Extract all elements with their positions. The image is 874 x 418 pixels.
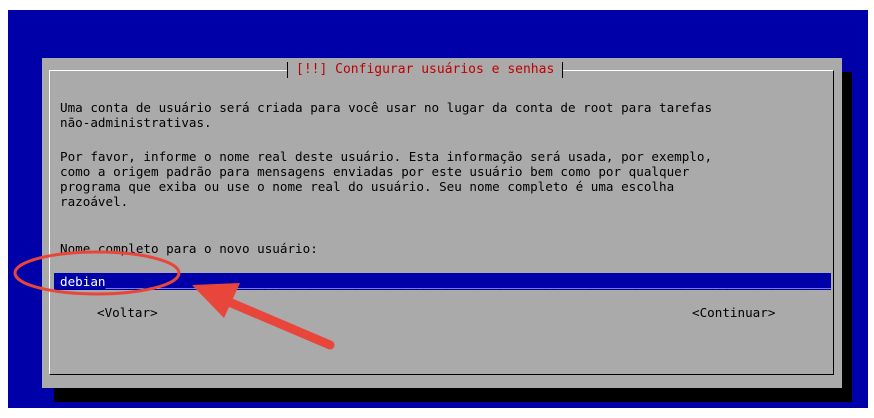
full-name-input[interactable]: debian__________________________________…	[54, 273, 831, 290]
info-paragraph-1: Uma conta de usuário será criada para vo…	[60, 100, 713, 130]
input-fill: ________________________________________…	[105, 274, 832, 289]
dialog: [!!] Configurar usuários e senhas Uma co…	[42, 58, 842, 388]
installer-screen: [!!] Configurar usuários e senhas Uma co…	[8, 10, 868, 408]
input-value: debian	[60, 274, 106, 289]
info-paragraph-2: Por favor, informe o nome real deste usu…	[60, 149, 713, 209]
back-button[interactable]: <Voltar>	[97, 305, 158, 320]
field-prompt: Nome completo para o novo usuário:	[60, 241, 318, 256]
dialog-title: [!!] Configurar usuários e senhas	[287, 62, 564, 78]
continue-button[interactable]: <Continuar>	[692, 305, 775, 320]
